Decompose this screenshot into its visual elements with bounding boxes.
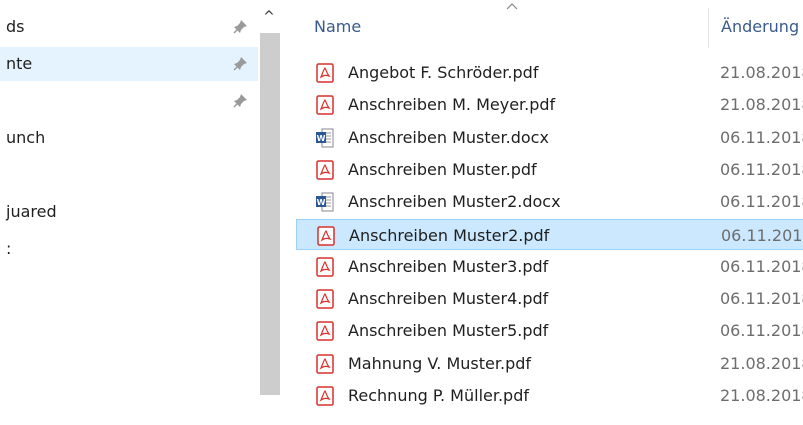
svg-text:W: W (317, 134, 326, 143)
nav-item-label: unch (6, 128, 46, 147)
file-date-modified: 21.08.2018 (720, 95, 803, 115)
file-name: Rechnung P. Müller.pdf (348, 386, 529, 405)
scroll-up-arrow-icon[interactable]: ^ (260, 8, 278, 26)
file-row[interactable]: Anschreiben Muster3.pdf 06.11.2018 (296, 251, 803, 282)
file-name: Anschreiben Muster.pdf (348, 159, 537, 179)
pdf-icon (317, 225, 335, 246)
pin-icon[interactable] (232, 56, 248, 72)
pdf-icon (316, 386, 334, 406)
word-icon: W (316, 192, 334, 212)
file-list: Name Änderung Angebot F. Schröder.pdf 21.… (284, 0, 803, 425)
file-row[interactable]: Anschreiben Muster4.pdf 06.11.2018 (296, 283, 803, 314)
file-name: Anschreiben Muster3.pdf (348, 256, 549, 276)
file-name: Anschreiben Muster.docx (348, 127, 549, 147)
file-date-modified: 06.11.2018 (720, 289, 803, 309)
word-icon: W (316, 128, 334, 148)
nav-item-label: nte (6, 54, 33, 73)
pin-icon[interactable] (232, 19, 248, 35)
svg-text:W: W (317, 198, 326, 207)
column-header-date-modified[interactable]: Änderung (721, 17, 799, 36)
file-row[interactable]: Anschreiben Muster.pdf 06.11.2018 (296, 154, 803, 185)
file-row[interactable]: Anschreiben Muster2.pdf 06.11.2018 (296, 218, 803, 250)
pdf-icon (316, 160, 334, 180)
file-row[interactable]: Angebot F. Schröder.pdf 21.08.2018 (296, 57, 803, 88)
file-row[interactable]: W Anschreiben Muster2.docx 06.11.2018 (296, 186, 803, 217)
file-date-modified: 21.08.2018 (720, 353, 803, 373)
file-name: Angebot F. Schröder.pdf (348, 63, 539, 82)
pdf-icon (316, 63, 334, 83)
file-date-modified: 06.11.2018 (720, 159, 803, 179)
nav-item-label: : (6, 239, 12, 258)
sort-ascending-icon (506, 3, 518, 10)
file-name: Anschreiben Muster4.pdf (348, 289, 549, 309)
pdf-icon (316, 95, 334, 116)
nav-item-other[interactable]: : (0, 232, 258, 266)
file-date-modified: 21.08.2018 (720, 386, 803, 405)
file-date-modified: 06.11.2018 (720, 127, 803, 147)
nav-item-downloads[interactable]: ds (0, 10, 258, 44)
nav-item-documents[interactable]: nte (0, 47, 258, 81)
navigation-pane: ds nte unch juared : ^ (0, 0, 284, 425)
file-date-modified: 21.08.2018 (720, 63, 803, 82)
file-date-modified: 06.11.2018 (720, 321, 803, 341)
file-row[interactable]: Anschreiben M. Meyer.pdf 21.08.2018 (296, 89, 803, 120)
file-row[interactable]: Rechnung P. Müller.pdf 21.08.2018 (296, 380, 803, 411)
file-row[interactable]: Anschreiben Muster5.pdf 06.11.2018 (296, 315, 803, 346)
nav-item-pictures[interactable] (0, 84, 258, 118)
pdf-icon (316, 257, 334, 277)
nav-item-label: ds (6, 17, 25, 36)
column-divider[interactable] (708, 8, 709, 48)
file-name: Anschreiben Muster2.pdf (349, 225, 550, 245)
file-name: Anschreiben M. Meyer.pdf (348, 95, 556, 115)
nav-item-squared[interactable]: juared (0, 195, 258, 229)
nav-item-blank[interactable] (0, 158, 258, 192)
pdf-icon (316, 353, 334, 374)
column-header-name[interactable]: Name (314, 17, 361, 36)
pin-icon[interactable] (232, 93, 248, 109)
file-name: Anschreiben Muster5.pdf (348, 321, 549, 341)
nav-item-label: juared (6, 202, 57, 221)
pdf-icon (316, 321, 334, 342)
file-date-modified: 06.11.2018 (721, 225, 803, 245)
file-row[interactable]: W Anschreiben Muster.docx 06.11.2018 (296, 122, 803, 153)
file-name: Anschreiben Muster2.docx (348, 192, 561, 212)
file-row[interactable]: Mahnung V. Muster.pdf 21.08.2018 (296, 348, 803, 379)
scrollbar-thumb[interactable] (260, 33, 280, 395)
file-name: Mahnung V. Muster.pdf (348, 353, 532, 373)
file-date-modified: 06.11.2018 (720, 192, 803, 212)
pdf-icon (316, 289, 334, 309)
nav-item-launch[interactable]: unch (0, 121, 258, 155)
file-date-modified: 06.11.2018 (720, 256, 803, 276)
